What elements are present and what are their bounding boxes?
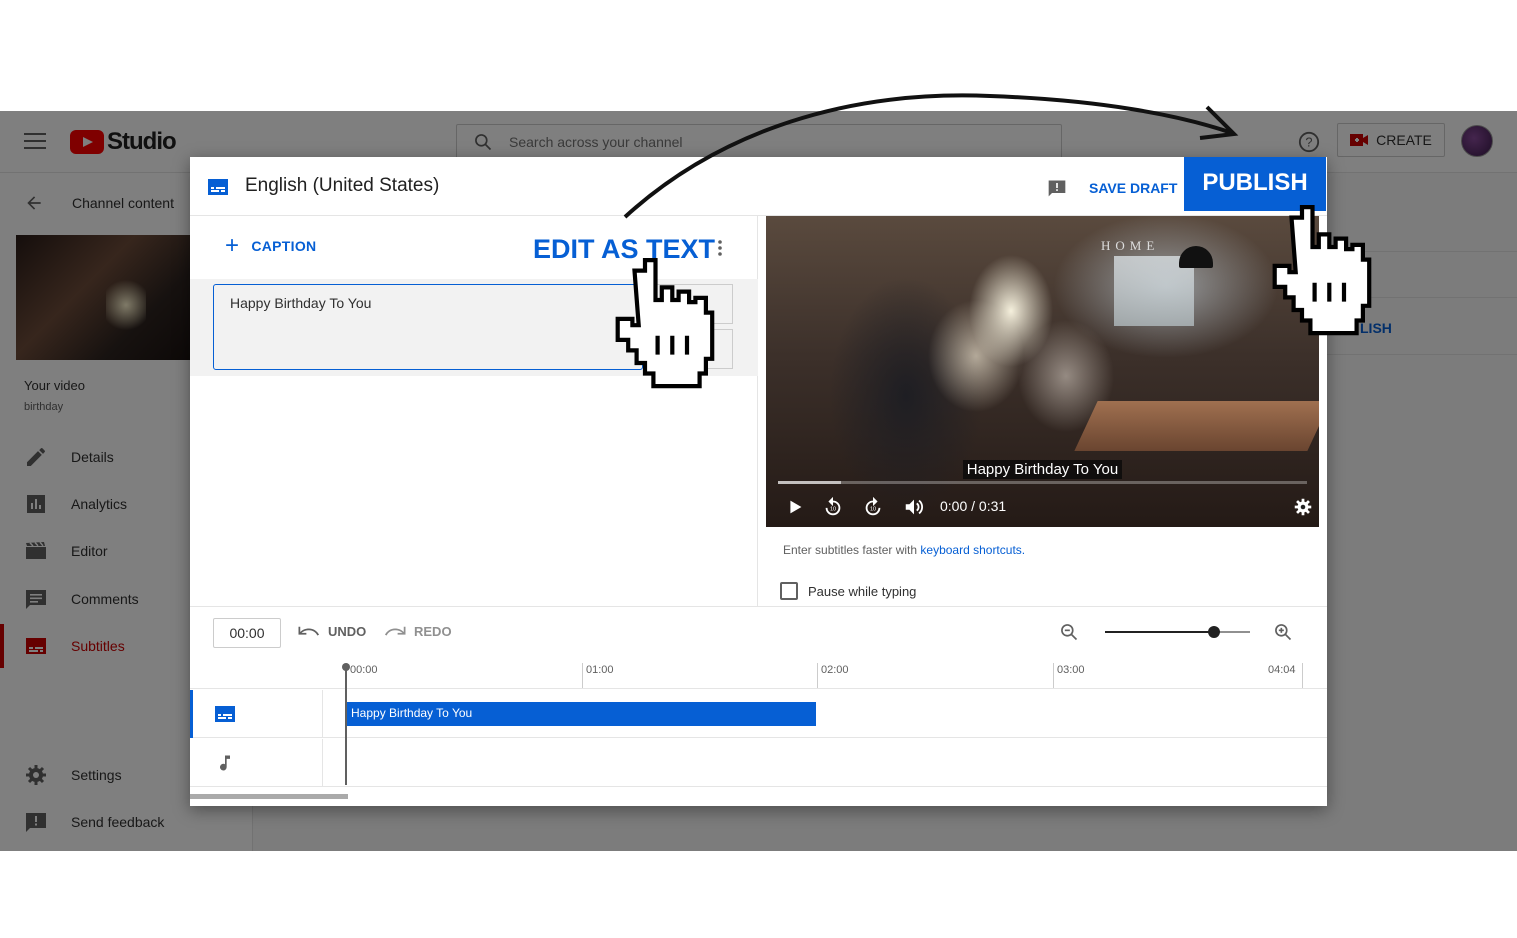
plus-icon: + bbox=[225, 232, 240, 259]
track-divider bbox=[322, 739, 323, 787]
caption-text-field[interactable]: Happy Birthday To You bbox=[213, 284, 643, 370]
save-draft-button[interactable]: SAVE DRAFT bbox=[1089, 180, 1177, 196]
video-caption-text: Happy Birthday To You bbox=[962, 460, 1123, 479]
gear-icon[interactable] bbox=[1292, 496, 1314, 518]
dialog-title: English (United States) bbox=[245, 175, 440, 196]
video-progress-bar[interactable] bbox=[778, 481, 1307, 484]
audio-track bbox=[190, 739, 1327, 787]
ruler-tick bbox=[582, 663, 583, 688]
zoom-in-icon[interactable] bbox=[1273, 622, 1293, 642]
track-divider bbox=[322, 690, 323, 738]
timeline-ruler: 00:00 01:00 02:00 03:00 04:04 bbox=[190, 657, 1327, 689]
ruler-tick bbox=[817, 663, 818, 688]
keyboard-hint: Enter subtitles faster with keyboard sho… bbox=[783, 543, 1025, 557]
zoom-slider[interactable] bbox=[1105, 626, 1250, 638]
video-player[interactable]: HOME Happy Birthday To You 10 10 0:00 / … bbox=[766, 216, 1319, 527]
zoom-slider-fill bbox=[1105, 631, 1214, 633]
pause-while-typing-checkbox[interactable] bbox=[780, 582, 798, 600]
caption-list-pane: + CAPTION EDIT AS TEXT Happy Birthday To… bbox=[190, 216, 758, 606]
pause-while-typing-option[interactable]: Pause while typing bbox=[780, 582, 916, 600]
pause-while-typing-label: Pause while typing bbox=[808, 583, 917, 599]
svg-text:10: 10 bbox=[870, 507, 876, 513]
redo-button[interactable]: REDO bbox=[384, 624, 452, 639]
caption-end-time-field[interactable] bbox=[643, 329, 733, 369]
add-caption-label: CAPTION bbox=[251, 238, 317, 254]
keyboard-shortcuts-link[interactable]: keyboard shortcuts. bbox=[920, 543, 1025, 557]
forward-10-icon[interactable]: 10 bbox=[862, 496, 884, 518]
subtitle-editor-dialog: English (United States) SAVE DRAFT PUBLI… bbox=[190, 157, 1327, 806]
hint-text: Enter subtitles faster with bbox=[783, 543, 921, 557]
undo-button[interactable]: UNDO bbox=[298, 624, 366, 639]
volume-icon[interactable] bbox=[903, 496, 925, 518]
music-note-icon bbox=[220, 755, 230, 771]
subtitles-icon bbox=[208, 179, 228, 195]
video-caption-overlay: Happy Birthday To You bbox=[766, 460, 1319, 479]
ruler-tick-label: 00:00 bbox=[350, 664, 378, 676]
play-icon[interactable] bbox=[784, 496, 806, 518]
video-controls: 10 10 0:00 / 0:31 bbox=[766, 494, 1319, 522]
video-time: 0:00 / 0:31 bbox=[940, 498, 1007, 514]
timeline-time-field[interactable]: 00:00 bbox=[213, 618, 281, 648]
subtitles-icon bbox=[215, 706, 235, 722]
rewind-10-icon[interactable]: 10 bbox=[822, 496, 844, 518]
zoom-slider-handle[interactable] bbox=[1207, 626, 1220, 638]
redo-label: REDO bbox=[414, 624, 452, 639]
video-sign-text: HOME bbox=[1101, 238, 1160, 253]
timeline-scrollbar[interactable] bbox=[190, 794, 348, 799]
caption-segment[interactable]: Happy Birthday To You bbox=[346, 702, 816, 726]
timeline-playhead[interactable] bbox=[342, 663, 350, 785]
undo-label: UNDO bbox=[328, 624, 367, 639]
ruler-tick-label: 02:00 bbox=[821, 664, 849, 676]
ruler-tick bbox=[1302, 663, 1303, 688]
caption-row: Happy Birthday To You bbox=[190, 279, 758, 376]
add-caption-button[interactable]: + CAPTION bbox=[225, 232, 317, 259]
subtitle-track: Happy Birthday To You bbox=[190, 690, 1327, 738]
ruler-tick-label: 04:04 bbox=[1268, 664, 1296, 676]
zoom-out-icon[interactable] bbox=[1059, 622, 1079, 642]
dialog-header: English (United States) SAVE DRAFT PUBLI… bbox=[190, 157, 1327, 216]
undo-icon bbox=[298, 626, 320, 635]
feedback-icon[interactable] bbox=[1047, 178, 1067, 198]
page-canvas: Studio ? CREATE Channel content Your vid… bbox=[0, 0, 1517, 938]
caption-start-time-field[interactable] bbox=[643, 284, 733, 324]
publish-button[interactable]: PUBLISH bbox=[1182, 157, 1327, 213]
redo-icon bbox=[384, 626, 406, 635]
ruler-tick bbox=[1053, 663, 1054, 688]
svg-text:10: 10 bbox=[830, 507, 836, 513]
video-table bbox=[1074, 401, 1319, 451]
ruler-tick-label: 01:00 bbox=[586, 664, 614, 676]
video-buffered bbox=[778, 481, 842, 484]
more-vert-icon[interactable] bbox=[717, 238, 723, 258]
ruler-tick-label: 03:00 bbox=[1057, 664, 1085, 676]
edit-as-text-button[interactable]: EDIT AS TEXT bbox=[533, 234, 715, 265]
